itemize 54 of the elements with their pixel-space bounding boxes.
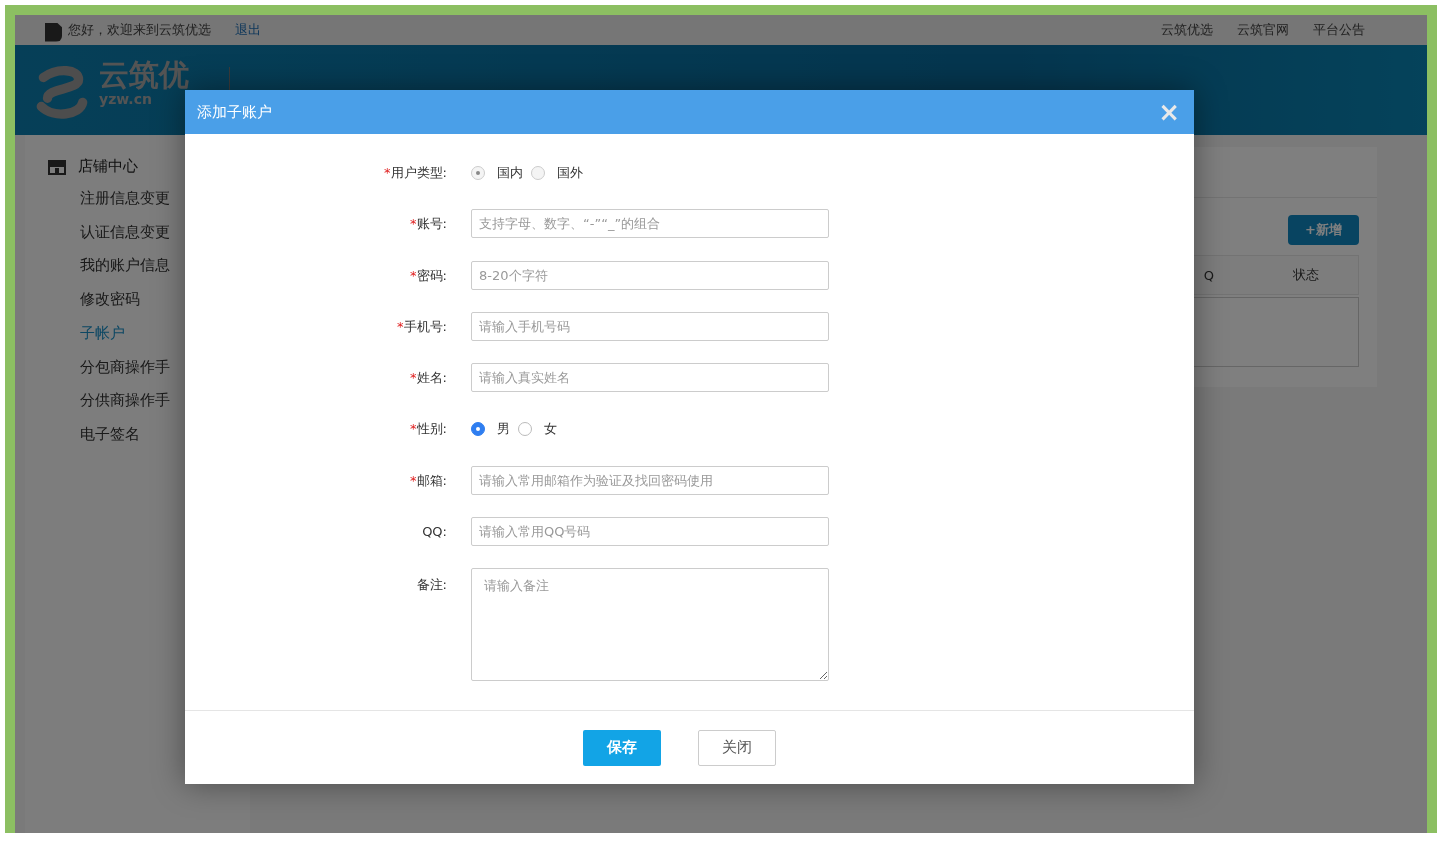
field-label: 性别: [416,420,447,439]
radio-button[interactable] [471,422,485,436]
field-label: 备注: [416,576,447,595]
top-link[interactable]: 云筑官网 [1237,21,1289,39]
radio-label: 男 [497,420,510,438]
logo-text: 云筑优 [99,59,189,91]
sidebar-item[interactable]: 分供商操作手 [80,384,170,418]
greeting-text: 您好，欢迎来到云筑优选 [68,21,211,39]
sidebar-item[interactable]: 我的账户信息 [80,249,170,284]
save-button[interactable]: 保存 [583,729,661,766]
textarea-field[interactable]: 请输入备注 [471,568,829,682]
sidebar-item[interactable]: 认证信息变更 [80,215,170,250]
input-field[interactable]: 请输入常用邮箱作为验证及找回密码使用 [471,465,829,495]
top-link[interactable]: 平台公告 [1313,21,1365,39]
field-label: 用户类型: [390,164,447,182]
input-field[interactable]: 请输入手机号码 [471,311,829,341]
sidebar-item[interactable]: 注册信息变更 [80,182,170,216]
sidebar-title: 店铺中心 [78,157,138,176]
required-mark: * [384,164,391,182]
sidebar-item[interactable]: 电子签名 [80,417,140,452]
sidebar-item[interactable]: 分包商操作手 [80,350,170,385]
required-mark: * [410,266,417,285]
radio-label: 女 [544,420,557,438]
column-header: Q [1203,267,1214,283]
field-label: QQ: [422,523,447,542]
input-field[interactable]: 支持字母、数字、“-”“_”的组合 [471,209,829,239]
field-label: 邮箱: [416,471,447,490]
field-label: 密码: [416,266,447,285]
radio-label: 国内 [497,163,523,182]
close-button[interactable]: 关闭 [698,729,776,766]
required-mark: * [410,369,417,388]
top-link[interactable]: 云筑优选 [1161,21,1213,39]
close-button[interactable]: × [1156,100,1182,124]
column-header: 状态 [1292,266,1320,284]
dialog-title: 添加子账户 [197,102,272,122]
store-icon [47,158,67,175]
required-mark: * [410,215,417,234]
document-icon [45,22,62,42]
sidebar-item[interactable]: 子帐户 [80,316,125,351]
logout-link[interactable]: 退出 [235,21,261,39]
field-label: 姓名: [416,369,447,388]
radio-label: 国外 [557,163,583,182]
field-label: 手机号: [403,317,447,336]
required-mark: * [410,471,417,490]
input-field[interactable]: 请输入常用QQ号码 [471,517,829,547]
logo-domain: yzw.cn [99,91,152,107]
required-mark: * [397,317,404,336]
radio-button[interactable] [518,422,532,436]
input-field[interactable]: 8-20个字符 [471,260,829,290]
input-field[interactable]: 请输入真实姓名 [471,363,829,393]
required-mark: * [410,420,417,439]
sidebar-item[interactable]: 修改密码 [80,283,140,317]
field-label: 账号: [416,215,447,234]
add-button[interactable]: +新增 [1288,215,1359,245]
